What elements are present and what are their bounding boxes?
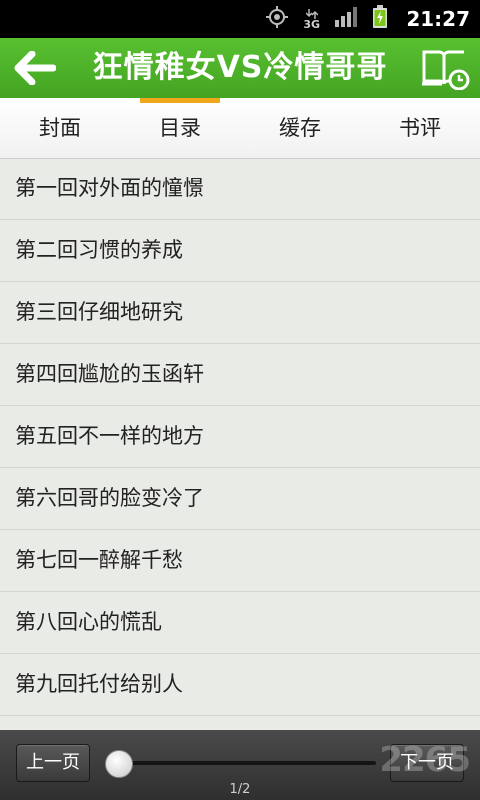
tab-cache[interactable]: 缓存 bbox=[240, 98, 360, 158]
prev-page-button[interactable]: 上一页 bbox=[16, 744, 90, 782]
back-button[interactable] bbox=[12, 46, 58, 90]
chapter-list: 第一回对外面的憧憬 第二回习惯的养成 第三回仔细地研究 第四回尴尬的玉函轩 第五… bbox=[0, 158, 480, 716]
chapter-item[interactable]: 第三回仔细地研究 bbox=[0, 282, 480, 344]
chapter-item[interactable]: 第一回对外面的憧憬 bbox=[0, 158, 480, 220]
page-indicator: 1/2 bbox=[229, 782, 251, 797]
watermark-logo: 2265 bbox=[379, 740, 471, 780]
arrow-left-icon bbox=[14, 51, 56, 85]
title-bar: 狂情稚女VS冷情哥哥 bbox=[0, 38, 480, 98]
chapter-item[interactable]: 第七回一醉解千愁 bbox=[0, 530, 480, 592]
chapter-item[interactable]: 第五回不一样的地方 bbox=[0, 406, 480, 468]
network-type-label: 3G bbox=[303, 17, 320, 31]
status-bar: 3G 21:27 bbox=[0, 0, 480, 38]
tab-bar: 封面 目录 缓存 书评 bbox=[0, 98, 480, 159]
status-icons: 3G bbox=[265, 5, 388, 33]
chapter-item[interactable]: 第八回心的慌乱 bbox=[0, 592, 480, 654]
page-slider-thumb[interactable] bbox=[105, 750, 133, 778]
chapter-item[interactable]: 第二回习惯的养成 bbox=[0, 220, 480, 282]
bookshelf-history-icon bbox=[422, 50, 470, 91]
gps-icon bbox=[265, 5, 289, 33]
tab-toc[interactable]: 目录 bbox=[120, 98, 240, 158]
bookshelf-button[interactable] bbox=[420, 46, 470, 91]
tab-cover[interactable]: 封面 bbox=[0, 98, 120, 158]
chapter-item[interactable]: 第九回托付给别人 bbox=[0, 654, 480, 716]
network-3g-icon: 3G bbox=[303, 8, 320, 31]
chapter-item[interactable]: 第六回哥的脸变冷了 bbox=[0, 468, 480, 530]
status-time: 21:27 bbox=[406, 7, 470, 31]
battery-icon bbox=[372, 5, 388, 33]
page-slider-track[interactable] bbox=[118, 761, 376, 765]
tab-reviews[interactable]: 书评 bbox=[360, 98, 480, 158]
signal-icon bbox=[334, 6, 358, 32]
page-title: 狂情稚女VS冷情哥哥 bbox=[92, 50, 388, 85]
chapter-item[interactable]: 第四回尴尬的玉函轩 bbox=[0, 344, 480, 406]
